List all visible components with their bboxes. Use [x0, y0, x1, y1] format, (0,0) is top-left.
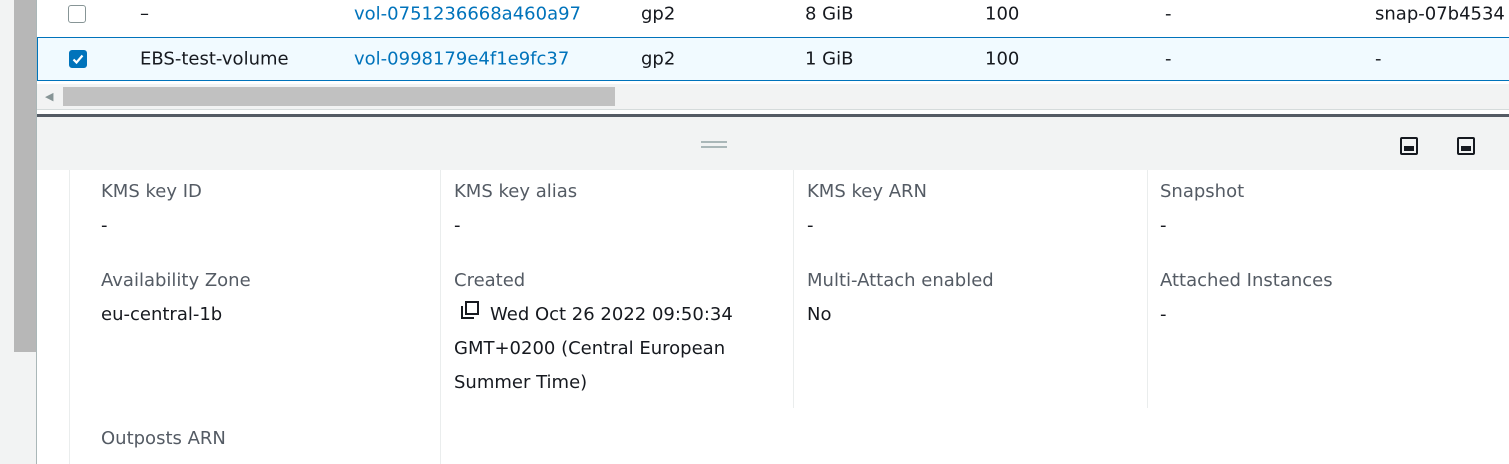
volumes-view: – vol-0751236668a460a97 gp2 8 GiB 100 - …	[36, 0, 1509, 464]
page-scrollbar-thumb[interactable]	[14, 0, 36, 352]
kms-key-alias-value: -	[454, 215, 461, 236]
split-panel-side-icon[interactable]	[1457, 137, 1475, 155]
table-horizontal-scrollbar[interactable]: ◀	[37, 84, 1509, 110]
copy-icon[interactable]	[460, 298, 480, 332]
volume-id-link[interactable]: vol-0751236668a460a97	[354, 4, 581, 25]
row-checkbox[interactable]	[68, 5, 86, 23]
snapshot-value: -	[1160, 215, 1167, 236]
availability-zone-value: eu-central-1b	[101, 304, 223, 325]
created-label: Created	[454, 270, 526, 291]
horizontal-scrollbar-thumb[interactable]	[63, 87, 615, 106]
attached-instances-value: -	[1160, 304, 1167, 325]
created-value-wrapper: Wed Oct 26 2022 09:50:34 GMT+0200 (Centr…	[454, 298, 764, 400]
kms-key-arn-field: KMS key ARN -	[807, 175, 927, 243]
multi-attach-value: No	[807, 304, 832, 325]
split-panel-header	[37, 117, 1509, 170]
kms-key-alias-field: KMS key alias -	[454, 175, 577, 243]
volume-throughput-cell: -	[1165, 3, 1172, 25]
volume-throughput-cell: -	[1165, 48, 1172, 70]
volume-snapshot-cell: snap-07b4534	[1375, 3, 1505, 25]
snapshot-label: Snapshot	[1160, 181, 1245, 202]
multi-attach-field: Multi-Attach enabled No	[807, 264, 994, 332]
volume-size-cell: 8 GiB	[805, 3, 854, 25]
availability-zone-field: Availability Zone eu-central-1b	[101, 264, 251, 332]
kms-key-alias-label: KMS key alias	[454, 181, 578, 202]
volume-name-cell: –	[140, 3, 149, 25]
column-divider	[1147, 170, 1148, 408]
page-scrollbar-track[interactable]	[0, 0, 14, 464]
snapshot-field: Snapshot -	[1160, 175, 1244, 243]
outposts-arn-field: Outposts ARN	[101, 422, 226, 456]
kms-key-arn-value: -	[807, 215, 814, 236]
created-value: Wed Oct 26 2022 09:50:34 GMT+0200 (Centr…	[454, 304, 733, 393]
volume-details-panel: KMS key ID - KMS key alias - KMS key ARN…	[69, 170, 1509, 464]
volume-type-cell: gp2	[641, 48, 676, 70]
volume-snapshot-cell: -	[1375, 48, 1382, 70]
checkmark-icon	[72, 54, 84, 65]
volume-size-cell: 1 GiB	[805, 48, 854, 70]
drag-handle-icon[interactable]	[701, 141, 727, 148]
availability-zone-label: Availability Zone	[101, 270, 251, 291]
attached-instances-label: Attached Instances	[1160, 270, 1333, 291]
volume-id-link[interactable]: vol-0998179e4f1e9fc37	[354, 49, 569, 70]
volume-name-cell: EBS-test-volume	[140, 48, 289, 70]
column-divider	[793, 170, 794, 408]
column-divider	[440, 170, 441, 464]
kms-key-id-field: KMS key ID -	[101, 175, 202, 243]
row-checkbox-checked[interactable]	[69, 50, 87, 68]
table-row[interactable]: – vol-0751236668a460a97 gp2 8 GiB 100 - …	[37, 0, 1509, 36]
table-row-selected[interactable]: EBS-test-volume vol-0998179e4f1e9fc37 gp…	[37, 37, 1509, 81]
split-panel-bottom-icon[interactable]	[1400, 137, 1418, 155]
outposts-arn-label: Outposts ARN	[101, 428, 226, 449]
created-field: Created Wed Oct 26 2022 09:50:34 GMT+020…	[454, 264, 764, 400]
multi-attach-label: Multi-Attach enabled	[807, 270, 994, 291]
volume-iops-cell: 100	[985, 3, 1020, 25]
volume-type-cell: gp2	[641, 3, 676, 25]
attached-instances-field: Attached Instances -	[1160, 264, 1333, 332]
kms-key-id-value: -	[101, 215, 108, 236]
scroll-left-arrow-icon[interactable]: ◀	[45, 90, 53, 103]
volume-iops-cell: 100	[985, 48, 1020, 70]
kms-key-id-label: KMS key ID	[101, 181, 202, 202]
kms-key-arn-label: KMS key ARN	[807, 181, 927, 202]
